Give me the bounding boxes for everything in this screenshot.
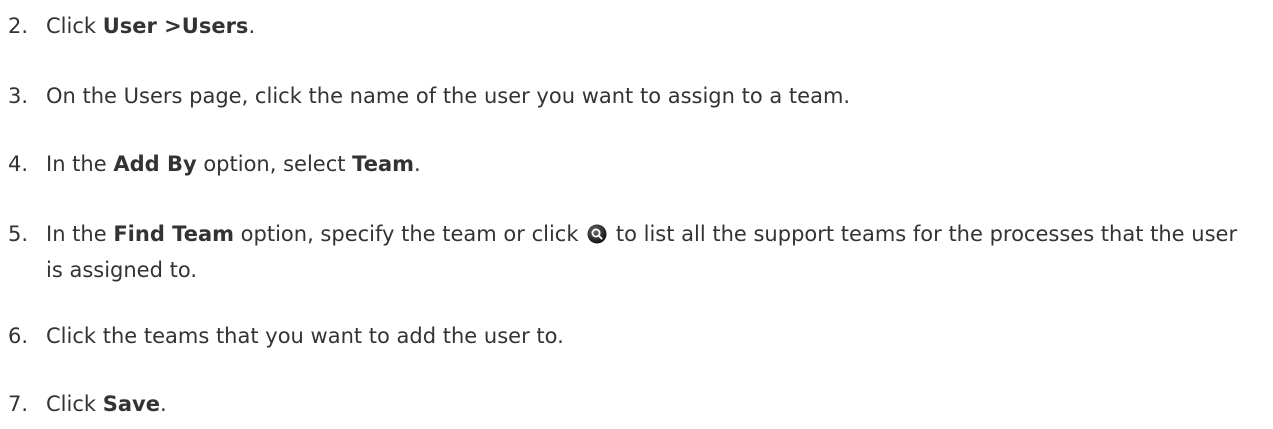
search-icon xyxy=(587,219,607,244)
step-text-part: . xyxy=(159,392,167,416)
step-text-part: Click the teams that you want to add the… xyxy=(46,324,564,348)
step-number: 2. xyxy=(8,14,29,38)
ui-label-add-by: Add By xyxy=(113,152,197,176)
ui-label-team: Team xyxy=(352,152,415,176)
step-text-part: On the Users page, click the name of the… xyxy=(46,84,851,108)
ui-label-save: Save xyxy=(102,392,160,416)
step-number: 6. xyxy=(8,324,29,348)
step-number: 3. xyxy=(8,84,29,108)
step-text-part: In the xyxy=(46,152,114,176)
step-text-part: option, select xyxy=(196,152,353,176)
ui-label-user-users: User >Users xyxy=(102,14,249,38)
step-2: 2. Click User >Users. xyxy=(8,8,1273,44)
step-number: 4. xyxy=(8,152,29,176)
step-text: Click User >Users. xyxy=(46,8,1246,44)
step-number: 7. xyxy=(8,392,29,416)
step-text: Click the teams that you want to add the… xyxy=(46,318,1246,354)
step-text: On the Users page, click the name of the… xyxy=(46,78,1246,114)
step-text: Click Save. xyxy=(46,386,1246,422)
step-4: 4. In the Add By option, select Team. xyxy=(8,146,1273,182)
step-7: 7. Click Save. xyxy=(8,386,1273,422)
step-text-part: option, specify the team or click xyxy=(234,222,586,246)
step-text-part: Click xyxy=(46,14,103,38)
step-text-part: In the xyxy=(46,222,114,246)
step-text: In the Add By option, select Team. xyxy=(46,146,1246,182)
step-6: 6. Click the teams that you want to add … xyxy=(8,318,1273,354)
step-text-part: . xyxy=(414,152,421,176)
step-text-part: Click xyxy=(46,392,103,416)
step-text: In the Find Team option, specify the tea… xyxy=(46,216,1246,288)
step-number: 5. xyxy=(8,222,29,246)
step-3: 3. On the Users page, click the name of … xyxy=(8,78,1273,114)
step-5: 5. In the Find Team option, specify the … xyxy=(8,216,1273,288)
step-text-part: . xyxy=(248,14,256,38)
ui-label-find-team: Find Team xyxy=(113,222,234,246)
